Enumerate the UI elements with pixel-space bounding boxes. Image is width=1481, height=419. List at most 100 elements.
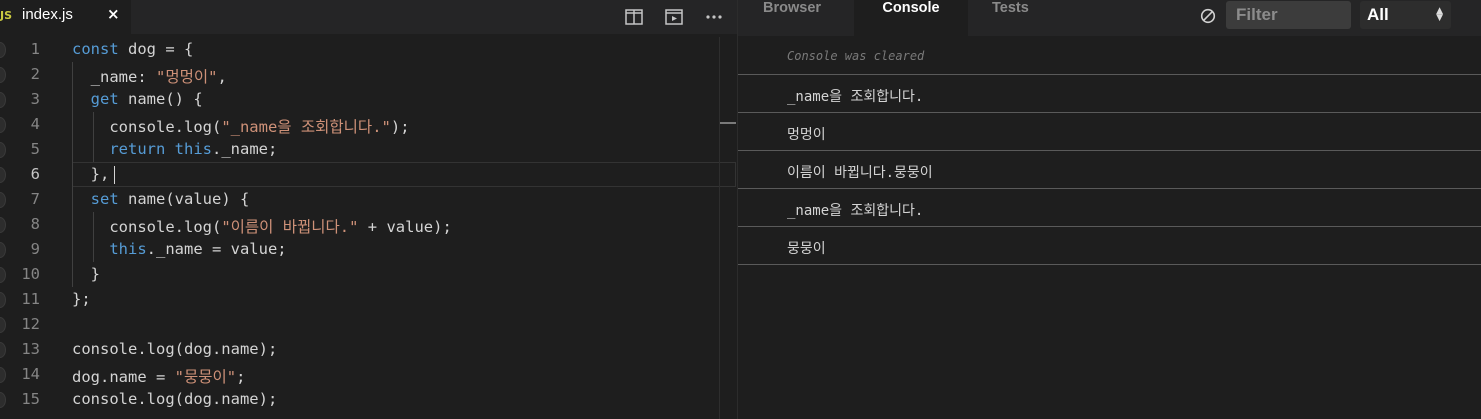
line-number: 5 bbox=[30, 140, 40, 158]
code-text: this._name = value; bbox=[72, 240, 287, 258]
code-token: name(value) { bbox=[118, 190, 250, 208]
code-token: , bbox=[217, 68, 227, 86]
code-line[interactable]: 15 console.log(dog.name); bbox=[0, 387, 738, 412]
string-token: "뭉뭉이" bbox=[174, 368, 237, 386]
code-line[interactable]: 1 const dog = { bbox=[0, 37, 738, 62]
code-token: ._name; bbox=[212, 140, 278, 158]
code-token: console.log( bbox=[72, 218, 222, 236]
editor-scrollbar-track[interactable] bbox=[719, 37, 720, 419]
line-number: 3 bbox=[30, 90, 40, 108]
code-line[interactable]: 2 _name: "멍멍이", bbox=[0, 62, 738, 87]
code-text: get name() { bbox=[72, 90, 203, 108]
editor-tab-bar: JS index.js × bbox=[0, 0, 738, 34]
code-line[interactable]: 8 console.log("이름이 바뀝니다." + value); bbox=[0, 212, 738, 237]
tab-console[interactable]: Console bbox=[854, 0, 968, 36]
code-token: console.log(dog.name); bbox=[72, 340, 278, 358]
text-cursor bbox=[114, 166, 115, 184]
console-log-entry: 이름이 바뀝니다.뭉뭉이 bbox=[738, 151, 1481, 189]
line-number: 8 bbox=[30, 215, 40, 233]
tab-browser[interactable]: Browser bbox=[763, 0, 821, 36]
code-line[interactable]: 5 return this._name; bbox=[0, 137, 738, 162]
code-token: + value); bbox=[358, 218, 452, 236]
code-line[interactable]: 13 console.log(dog.name); bbox=[0, 337, 738, 362]
console-message: _name을 조회합니다. bbox=[787, 203, 924, 219]
code-line[interactable]: 14 dog.name = "뭉뭉이"; bbox=[0, 362, 738, 387]
console-log-entry: _name을 조회합니다. bbox=[738, 75, 1481, 113]
log-level-select[interactable]: All ▲ ▼ bbox=[1360, 1, 1451, 29]
code-token: dog.name = bbox=[72, 368, 175, 386]
code-token: console.log(dog.name); bbox=[72, 390, 278, 408]
console-info-entry: Console was cleared bbox=[738, 37, 1481, 75]
code-line[interactable]: 3 get name() { bbox=[0, 87, 738, 112]
code-token: ._name = value; bbox=[146, 240, 287, 258]
code-token: }, bbox=[72, 165, 110, 183]
line-number: 4 bbox=[30, 115, 40, 133]
code-area[interactable]: 1 const dog = {2 _name: "멍멍이", 3 get name(… bbox=[0, 37, 738, 419]
code-text: } bbox=[72, 265, 100, 283]
code-editor[interactable]: JS index.js × 1 const dog = {2 _name: "멍멍… bbox=[0, 0, 738, 419]
code-text: }, bbox=[72, 165, 110, 183]
code-token: name() { bbox=[118, 90, 203, 108]
keyword-token: set bbox=[90, 190, 119, 208]
code-text: return this._name; bbox=[72, 140, 277, 158]
code-line[interactable]: 11}; bbox=[0, 287, 738, 312]
line-number: 12 bbox=[21, 315, 40, 333]
code-text: _name: "멍멍이", bbox=[72, 65, 227, 87]
code-token: ); bbox=[390, 118, 410, 136]
line-number: 13 bbox=[21, 340, 40, 358]
console-message: 뭉뭉이 bbox=[787, 241, 826, 257]
select-arrows-icon: ▲ ▼ bbox=[1436, 6, 1443, 23]
code-text: console.log("_name을 조회합니다."); bbox=[72, 115, 410, 137]
code-line[interactable]: 4 console.log("_name을 조회합니다."); bbox=[0, 112, 738, 137]
string-token: "멍멍이" bbox=[156, 68, 218, 86]
clear-console-icon[interactable] bbox=[1200, 8, 1216, 24]
code-line[interactable]: 10 } bbox=[0, 262, 738, 287]
console-message: Console was cleared bbox=[787, 49, 925, 63]
preview-icon[interactable] bbox=[663, 6, 685, 28]
console-message: 멍멍이 bbox=[787, 127, 826, 143]
console-message: _name을 조회합니다. bbox=[787, 89, 924, 105]
code-text: set name(value) { bbox=[72, 190, 250, 208]
line-number: 2 bbox=[30, 65, 40, 83]
code-text: console.log(dog.name); bbox=[72, 340, 277, 358]
close-tab-icon[interactable]: × bbox=[107, 5, 120, 23]
console-filter-input[interactable] bbox=[1226, 1, 1351, 29]
file-tab-index-js[interactable]: JS index.js × bbox=[0, 0, 131, 34]
code-line[interactable]: 9 this._name = value; bbox=[0, 237, 738, 262]
code-line[interactable]: 7 set name(value) { bbox=[0, 187, 738, 212]
code-text: }; bbox=[72, 290, 91, 308]
console-log-entry: 뭉뭉이 bbox=[738, 227, 1481, 265]
line-number: 6 bbox=[30, 165, 40, 183]
code-token: dog = { bbox=[118, 40, 194, 58]
line-number: 9 bbox=[30, 240, 40, 258]
log-level-value: All bbox=[1367, 5, 1389, 24]
line-number: 15 bbox=[21, 390, 40, 408]
code-token: ; bbox=[236, 368, 246, 386]
tab-tests[interactable]: Tests bbox=[992, 0, 1029, 36]
split-editor-icon[interactable] bbox=[623, 6, 645, 28]
more-actions-icon[interactable] bbox=[703, 6, 725, 28]
code-line[interactable]: 6 }, bbox=[0, 162, 738, 187]
panel-tab-bar: Browser Console Tests All ▲▼ bbox=[738, 0, 1481, 36]
code-token: }; bbox=[72, 290, 91, 308]
keyword-token: get bbox=[90, 90, 119, 108]
line-number: 14 bbox=[21, 365, 40, 383]
javascript-file-icon: JS bbox=[0, 9, 13, 22]
line-number: 10 bbox=[21, 265, 40, 283]
console-panel: Browser Console Tests All ▲▼ Console was… bbox=[738, 0, 1481, 419]
line-number: 7 bbox=[30, 190, 40, 208]
code-token: } bbox=[72, 265, 100, 283]
code-line[interactable]: 12 bbox=[0, 312, 738, 337]
file-tab-label: index.js bbox=[22, 6, 73, 23]
code-text: console.log("이름이 바뀝니다." + value); bbox=[72, 215, 452, 237]
console-log-entry: _name을 조회합니다. bbox=[738, 189, 1481, 227]
overview-ruler-marker bbox=[720, 122, 736, 124]
code-text: const dog = { bbox=[72, 40, 193, 58]
string-token: "_name을 조회합니다." bbox=[221, 118, 391, 136]
code-token: console.log( bbox=[72, 118, 222, 136]
